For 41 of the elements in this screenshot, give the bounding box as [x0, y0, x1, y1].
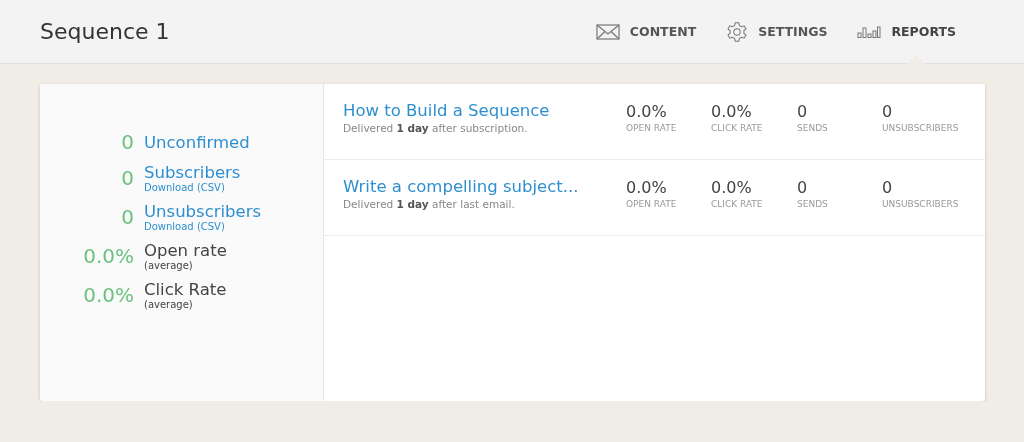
stat-label: OPEN RATE	[626, 123, 678, 133]
bar-chart-icon	[857, 25, 882, 38]
email-description: Delivered 1 day after last email.	[343, 198, 516, 210]
stat-label: SENDS	[797, 123, 829, 133]
stat-label: SENDS	[797, 199, 829, 209]
summary-link[interactable]: Unsubscribers	[144, 202, 262, 221]
email-description: Delivered 1 day after subscription.	[343, 122, 529, 134]
stat-value: 0.0%	[711, 102, 753, 121]
stat-value: 0.0%	[626, 102, 668, 121]
stat-value: 0	[797, 178, 809, 197]
summary-link[interactable]: Subscribers	[144, 163, 241, 182]
stat-label: CLICK RATE	[711, 199, 764, 209]
summary-link[interactable]: Unconfirmed	[144, 132, 250, 152]
stat-value: 0	[882, 178, 894, 197]
stat-value: 0.0%	[711, 178, 753, 197]
summary-note: (average)	[144, 299, 194, 310]
summary-value: 0.0%	[82, 283, 134, 307]
stat-label: UNSUBSCRIBERS	[882, 123, 960, 133]
stat-label: CLICK RATE	[711, 123, 764, 133]
nav-tab[interactable]: SETTINGS	[726, 0, 828, 63]
download-link[interactable]: Download (CSV)	[144, 221, 262, 232]
envelope-icon	[595, 23, 620, 40]
page-title: Sequence 1	[40, 19, 170, 44]
nav-tab[interactable]: CONTENT	[595, 0, 697, 63]
settings-icon	[726, 20, 749, 43]
download-link[interactable]: Download (CSV)	[144, 182, 241, 193]
summary-value: 0.0%	[82, 244, 134, 268]
stat-value: 0	[797, 102, 809, 121]
summary-label: Open rate	[144, 241, 227, 260]
summary-label: Click Rate	[144, 280, 227, 299]
stat-value: 0	[882, 102, 894, 121]
summary-value: 0	[120, 205, 134, 229]
email-title-link[interactable]: How to Build a Sequence	[343, 101, 626, 120]
summary-note: (average)	[144, 260, 194, 271]
summary-value: 0	[120, 166, 134, 190]
stat-label: OPEN RATE	[626, 199, 678, 209]
email-title-link[interactable]: Write a compelling subject...	[343, 177, 626, 196]
nav-tab[interactable]: REPORTS	[857, 0, 956, 63]
summary-value: 0	[120, 130, 134, 154]
stat-label: UNSUBSCRIBERS	[882, 199, 960, 209]
stat-value: 0.0%	[626, 178, 668, 197]
